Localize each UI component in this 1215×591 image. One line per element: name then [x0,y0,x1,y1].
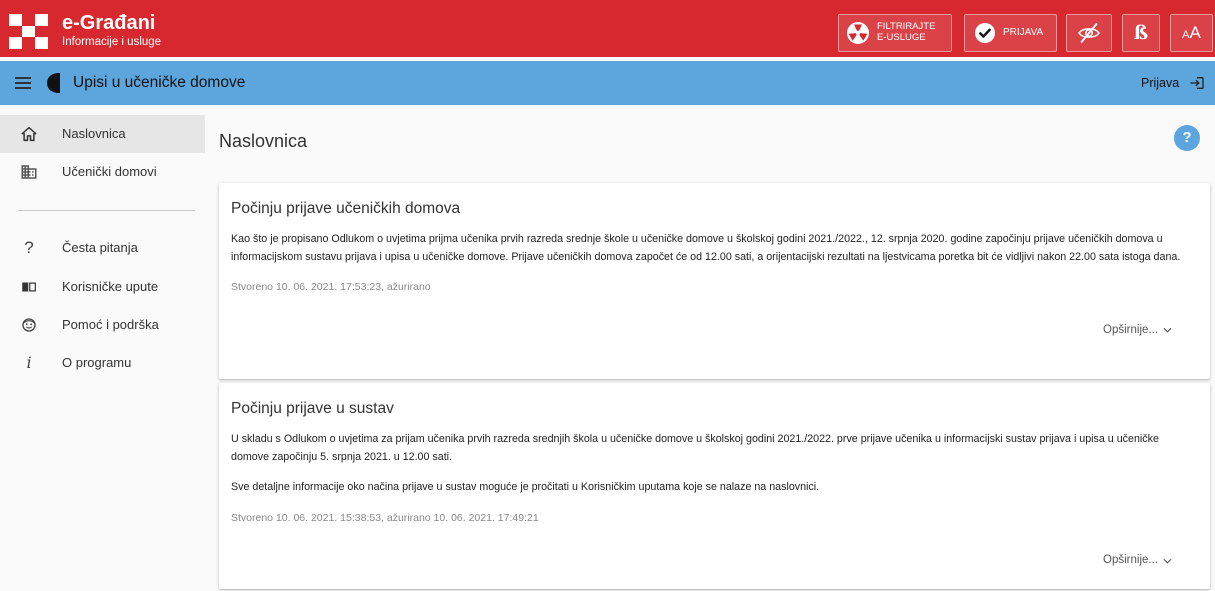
sidebar-item-label: Česta pitanja [62,240,138,255]
text-size-button[interactable]: AA [1170,14,1213,52]
brand-title[interactable]: e-Građani [62,12,155,34]
news-card: Počinju prijave u sustav U skladu s Odlu… [219,383,1210,589]
sidebar-item-o-programu[interactable]: O programu [0,344,205,382]
app-title[interactable]: Upisi u učeničke domove [73,61,245,105]
check-circle-icon [975,23,995,43]
info-icon [20,354,38,372]
top-header: e-Građani Informacije i usluge FILTRIRAJ… [0,0,1215,57]
appbar-login-link[interactable]: Prijava [1136,68,1210,98]
sidebar-item-label: Učenički domovi [62,164,157,179]
news-card-footer: Opširnije... [231,550,1194,570]
help-icon[interactable] [1174,125,1200,151]
news-card-title: Počinju prijave učeničkih domova [231,200,461,217]
brand-subtitle: Informacije i usluge [62,36,162,48]
read-more-label: Opširnije... [1103,554,1158,566]
news-card-date: Stvoreno 10. 06. 2021. 15:38:53, ažurira… [231,511,539,524]
sidebar-item-pomoc-i-podrska[interactable]: Pomoć i podrška [0,306,205,344]
news-card-title: Počinju prijave u sustav [231,400,394,417]
news-card-footer: Opširnije... [231,320,1194,340]
app-bar: Upisi u učeničke domove Prijava [0,61,1215,105]
contrast-toggle-button[interactable] [1066,14,1112,52]
question-icon [20,239,38,257]
appbar-login-label: Prijava [1141,76,1180,90]
page-title: Naslovnica [219,131,308,151]
building-icon [21,165,37,179]
sidebar-item-korisnicke-upute[interactable]: Korisničke upute [0,268,205,306]
eye-off-icon [1078,23,1100,43]
header-login-button[interactable]: PRIJAVA [964,14,1057,52]
book-icon [22,282,36,292]
read-more-label: Opširnije... [1103,323,1158,336]
login-icon [1190,77,1204,89]
sidebar-item-cesta-pitanja[interactable]: Česta pitanja [0,229,205,267]
sidebar-item-label: O programu [62,355,132,370]
news-card-paragraph: Kao što je propisano Odlukom o uvjetima … [231,233,1181,263]
filter-services-button[interactable]: FILTRIRAJTE E-USLUGE [838,14,952,52]
home-icon [21,126,37,142]
door-icon [47,73,60,93]
sidebar-item-naslovnica[interactable]: Naslovnica [0,115,205,153]
header-login-label: PRIJAVA [1003,27,1044,38]
checkerboard-logo[interactable] [9,14,48,49]
sidebar-item-label: Naslovnica [62,126,126,141]
read-more-button[interactable]: Opširnije... [1103,552,1172,570]
chevron-down-icon [1163,558,1172,564]
text-size-large-a: A [1189,23,1201,42]
news-card-paragraph: U skladu s Odlukom o uvjetima za prijam … [231,433,1159,463]
menu-icon[interactable] [15,77,31,89]
sidebar-item-ucenicki-domovi[interactable]: Učenički domovi [0,153,205,191]
sidebar-item-label: Korisničke upute [62,279,159,294]
sidebar-divider [18,210,195,211]
dyslexia-font-icon [1123,15,1159,51]
news-card-date: Stvoreno 10. 06. 2021. 17:53:23, ažurira… [231,281,431,293]
chevron-down-icon [1163,328,1172,333]
filter-services-label-line1: FILTRIRAJTE [877,21,936,32]
news-card-paragraph: Sve detaljne informacije oko načina prij… [231,481,820,493]
filter-services-icon [847,22,869,44]
text-size-small-a: A [1182,29,1190,41]
dyslexia-font-button[interactable] [1122,14,1160,52]
support-icon [22,318,36,332]
news-card: Počinju prijave učeničkih domova Kao što… [219,183,1210,379]
sidebar-item-label: Pomoć i podrška [62,317,159,332]
filter-services-label-line2: E-USLUGE [877,32,926,43]
read-more-button[interactable]: Opširnije... [1103,322,1172,340]
